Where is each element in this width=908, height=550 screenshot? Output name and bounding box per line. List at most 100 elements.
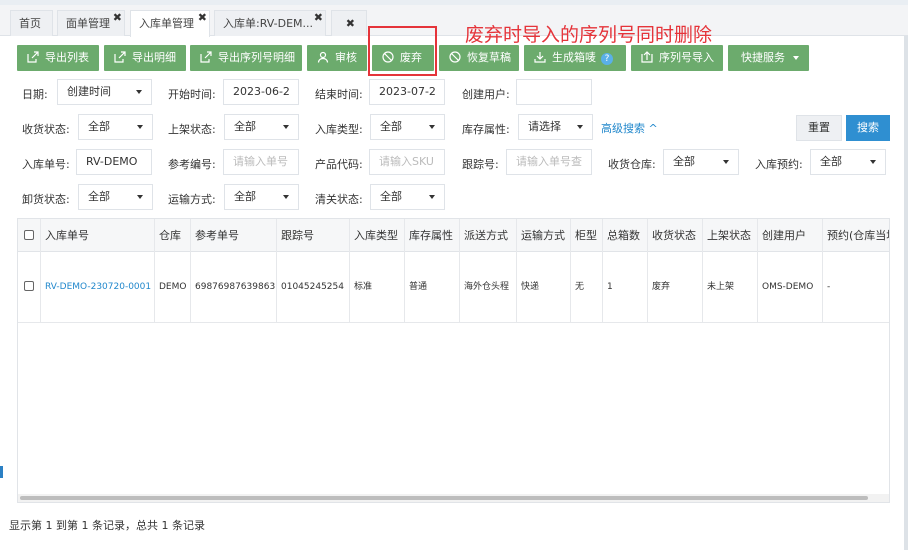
tab-inbound-management[interactable]: 入库单管理 ✖ <box>130 10 210 37</box>
cell-total-boxes: 1 <box>603 252 648 323</box>
inbound-no-label: 入库单号: <box>22 158 70 171</box>
stock-attr-select[interactable]: 请选择 <box>518 114 593 140</box>
search-button[interactable]: 搜索 <box>846 115 890 141</box>
shelf-status-select[interactable]: 全部 <box>224 114 299 140</box>
tab-home[interactable]: 首页 <box>10 10 53 36</box>
col-shelf-status[interactable]: 上架状态 <box>703 219 758 252</box>
serial-import-button[interactable]: 序列号导入 <box>631 45 723 71</box>
audit-label: 审核 <box>335 51 357 64</box>
receive-status-select[interactable]: 全部 <box>78 114 153 140</box>
export-serial-detail-button[interactable]: 导出序列号明细 <box>190 45 302 71</box>
transport-select[interactable]: 全部 <box>224 184 299 210</box>
upload-icon <box>641 51 653 63</box>
ref-no-label: 参考编号: <box>168 158 216 171</box>
select-all-cell <box>18 219 41 252</box>
col-ref-no[interactable]: 参考单号 <box>191 219 277 252</box>
creator-input[interactable] <box>516 79 592 105</box>
product-code-input[interactable]: 请输入SKU <box>369 149 445 175</box>
date-label: 日期: <box>22 88 48 101</box>
inbound-type-label: 入库类型: <box>315 123 363 136</box>
col-container[interactable]: 柜型 <box>571 219 603 252</box>
cell-warehouse: DEMO <box>155 252 191 323</box>
inbound-no-input[interactable]: RV-DEMO <box>76 149 152 175</box>
scrollbar-thumb[interactable] <box>20 496 868 500</box>
caret-down-icon <box>137 125 143 129</box>
generate-box-label-button[interactable]: 生成箱唛? <box>524 45 626 71</box>
product-code-label: 产品代码: <box>315 158 363 171</box>
date-type-select[interactable]: 创建时间 <box>57 79 152 105</box>
audit-button[interactable]: 审核 <box>307 45 367 71</box>
restore-draft-button[interactable]: 恢复草稿 <box>439 45 519 71</box>
tab-inbound-detail[interactable]: 入库单:RV-DEM... ✖ <box>214 10 326 36</box>
ref-no-placeholder: 请输入单号 <box>233 155 288 168</box>
tab-waybill-management[interactable]: 面单管理 ✖ <box>57 10 125 36</box>
customs-label: 清关状态: <box>315 193 363 206</box>
serial-import-label: 序列号导入 <box>659 51 714 64</box>
col-inbound-no[interactable]: 入库单号 <box>41 219 155 252</box>
inbound-no-link[interactable]: RV-DEMO-230720-0001 <box>41 252 155 323</box>
caret-down-icon <box>137 195 143 199</box>
close-icon[interactable]: ✖ <box>346 11 355 36</box>
inbound-type-select[interactable]: 全部 <box>370 114 445 140</box>
customs-value: 全部 <box>380 190 402 203</box>
col-tracking[interactable]: 跟踪号 <box>277 219 350 252</box>
col-delivery[interactable]: 派送方式 <box>460 219 517 252</box>
close-icon[interactable]: ✖ <box>314 11 323 30</box>
pagination-summary: 显示第 1 到第 1 条记录，总共 1 条记录 <box>9 519 205 532</box>
ban-icon <box>449 51 461 63</box>
col-reservation[interactable]: 预约(仓库当地 <box>823 219 889 252</box>
help-icon[interactable]: ? <box>601 53 613 65</box>
start-time-input[interactable]: 2023-06-2 <box>223 79 299 105</box>
tracking-label: 跟踪号: <box>462 158 499 171</box>
col-warehouse[interactable]: 仓库 <box>155 219 191 252</box>
cell-ref-no: 69876987639863 <box>191 252 277 323</box>
caret-down-icon <box>283 195 289 199</box>
col-stock-attr[interactable]: 库存属性 <box>405 219 460 252</box>
export-list-button[interactable]: 导出列表 <box>17 45 99 71</box>
col-creator[interactable]: 创建用户 <box>758 219 823 252</box>
export-icon <box>114 51 126 63</box>
table-row[interactable]: RV-DEMO-230720-0001 DEMO 69876987639863 … <box>18 252 889 323</box>
end-time-value: 2023-07-2 <box>379 85 436 98</box>
creator-label: 创建用户: <box>462 88 510 101</box>
inbound-no-value: RV-DEMO <box>86 155 138 168</box>
tab-bar: 首页 面单管理 ✖ 入库单管理 ✖ 入库单:RV-DEM... ✖ ✖ <box>0 5 908 37</box>
download-icon <box>534 52 546 63</box>
tab-blank[interactable]: ✖ <box>331 10 367 36</box>
quick-service-dropdown[interactable]: 快捷服务 <box>728 45 809 71</box>
col-inbound-type[interactable]: 入库类型 <box>350 219 405 252</box>
caret-down-icon <box>136 90 142 94</box>
export-list-label: 导出列表 <box>45 51 89 64</box>
cell-creator: OMS-DEMO <box>758 252 823 323</box>
unload-status-select[interactable]: 全部 <box>78 184 153 210</box>
cell-container: 无 <box>571 252 603 323</box>
select-all-checkbox[interactable] <box>24 230 34 240</box>
col-transport[interactable]: 运输方式 <box>517 219 571 252</box>
col-total-boxes[interactable]: 总箱数 <box>603 219 648 252</box>
horizontal-scrollbar[interactable] <box>18 494 889 502</box>
quick-service-label: 快捷服务 <box>741 51 785 64</box>
row-checkbox[interactable] <box>24 281 34 291</box>
advanced-search-link[interactable]: 高级搜索 ^ <box>601 120 658 136</box>
col-receive-status[interactable]: 收货状态 <box>648 219 703 252</box>
cell-inbound-type: 标准 <box>350 252 405 323</box>
reset-button[interactable]: 重置 <box>796 115 842 141</box>
restore-draft-label: 恢复草稿 <box>467 51 511 64</box>
row-select-cell <box>18 252 41 323</box>
export-detail-button[interactable]: 导出明细 <box>104 45 186 71</box>
reservation-value: 全部 <box>820 155 842 168</box>
caret-down-icon <box>577 125 583 129</box>
end-time-label: 结束时间: <box>315 88 363 101</box>
tracking-input[interactable]: 请输入单号查 <box>506 149 592 175</box>
right-edge-bar <box>904 36 908 550</box>
caret-down-icon <box>429 195 435 199</box>
cell-transport: 快递 <box>517 252 571 323</box>
reservation-select[interactable]: 全部 <box>810 149 886 175</box>
receive-wh-select[interactable]: 全部 <box>663 149 739 175</box>
ref-no-input[interactable]: 请输入单号 <box>223 149 299 175</box>
tracking-placeholder: 请输入单号查 <box>516 155 582 168</box>
close-icon[interactable]: ✖ <box>113 11 122 30</box>
customs-select[interactable]: 全部 <box>370 184 445 210</box>
end-time-input[interactable]: 2023-07-2 <box>369 79 445 105</box>
close-icon[interactable]: ✖ <box>198 11 207 30</box>
